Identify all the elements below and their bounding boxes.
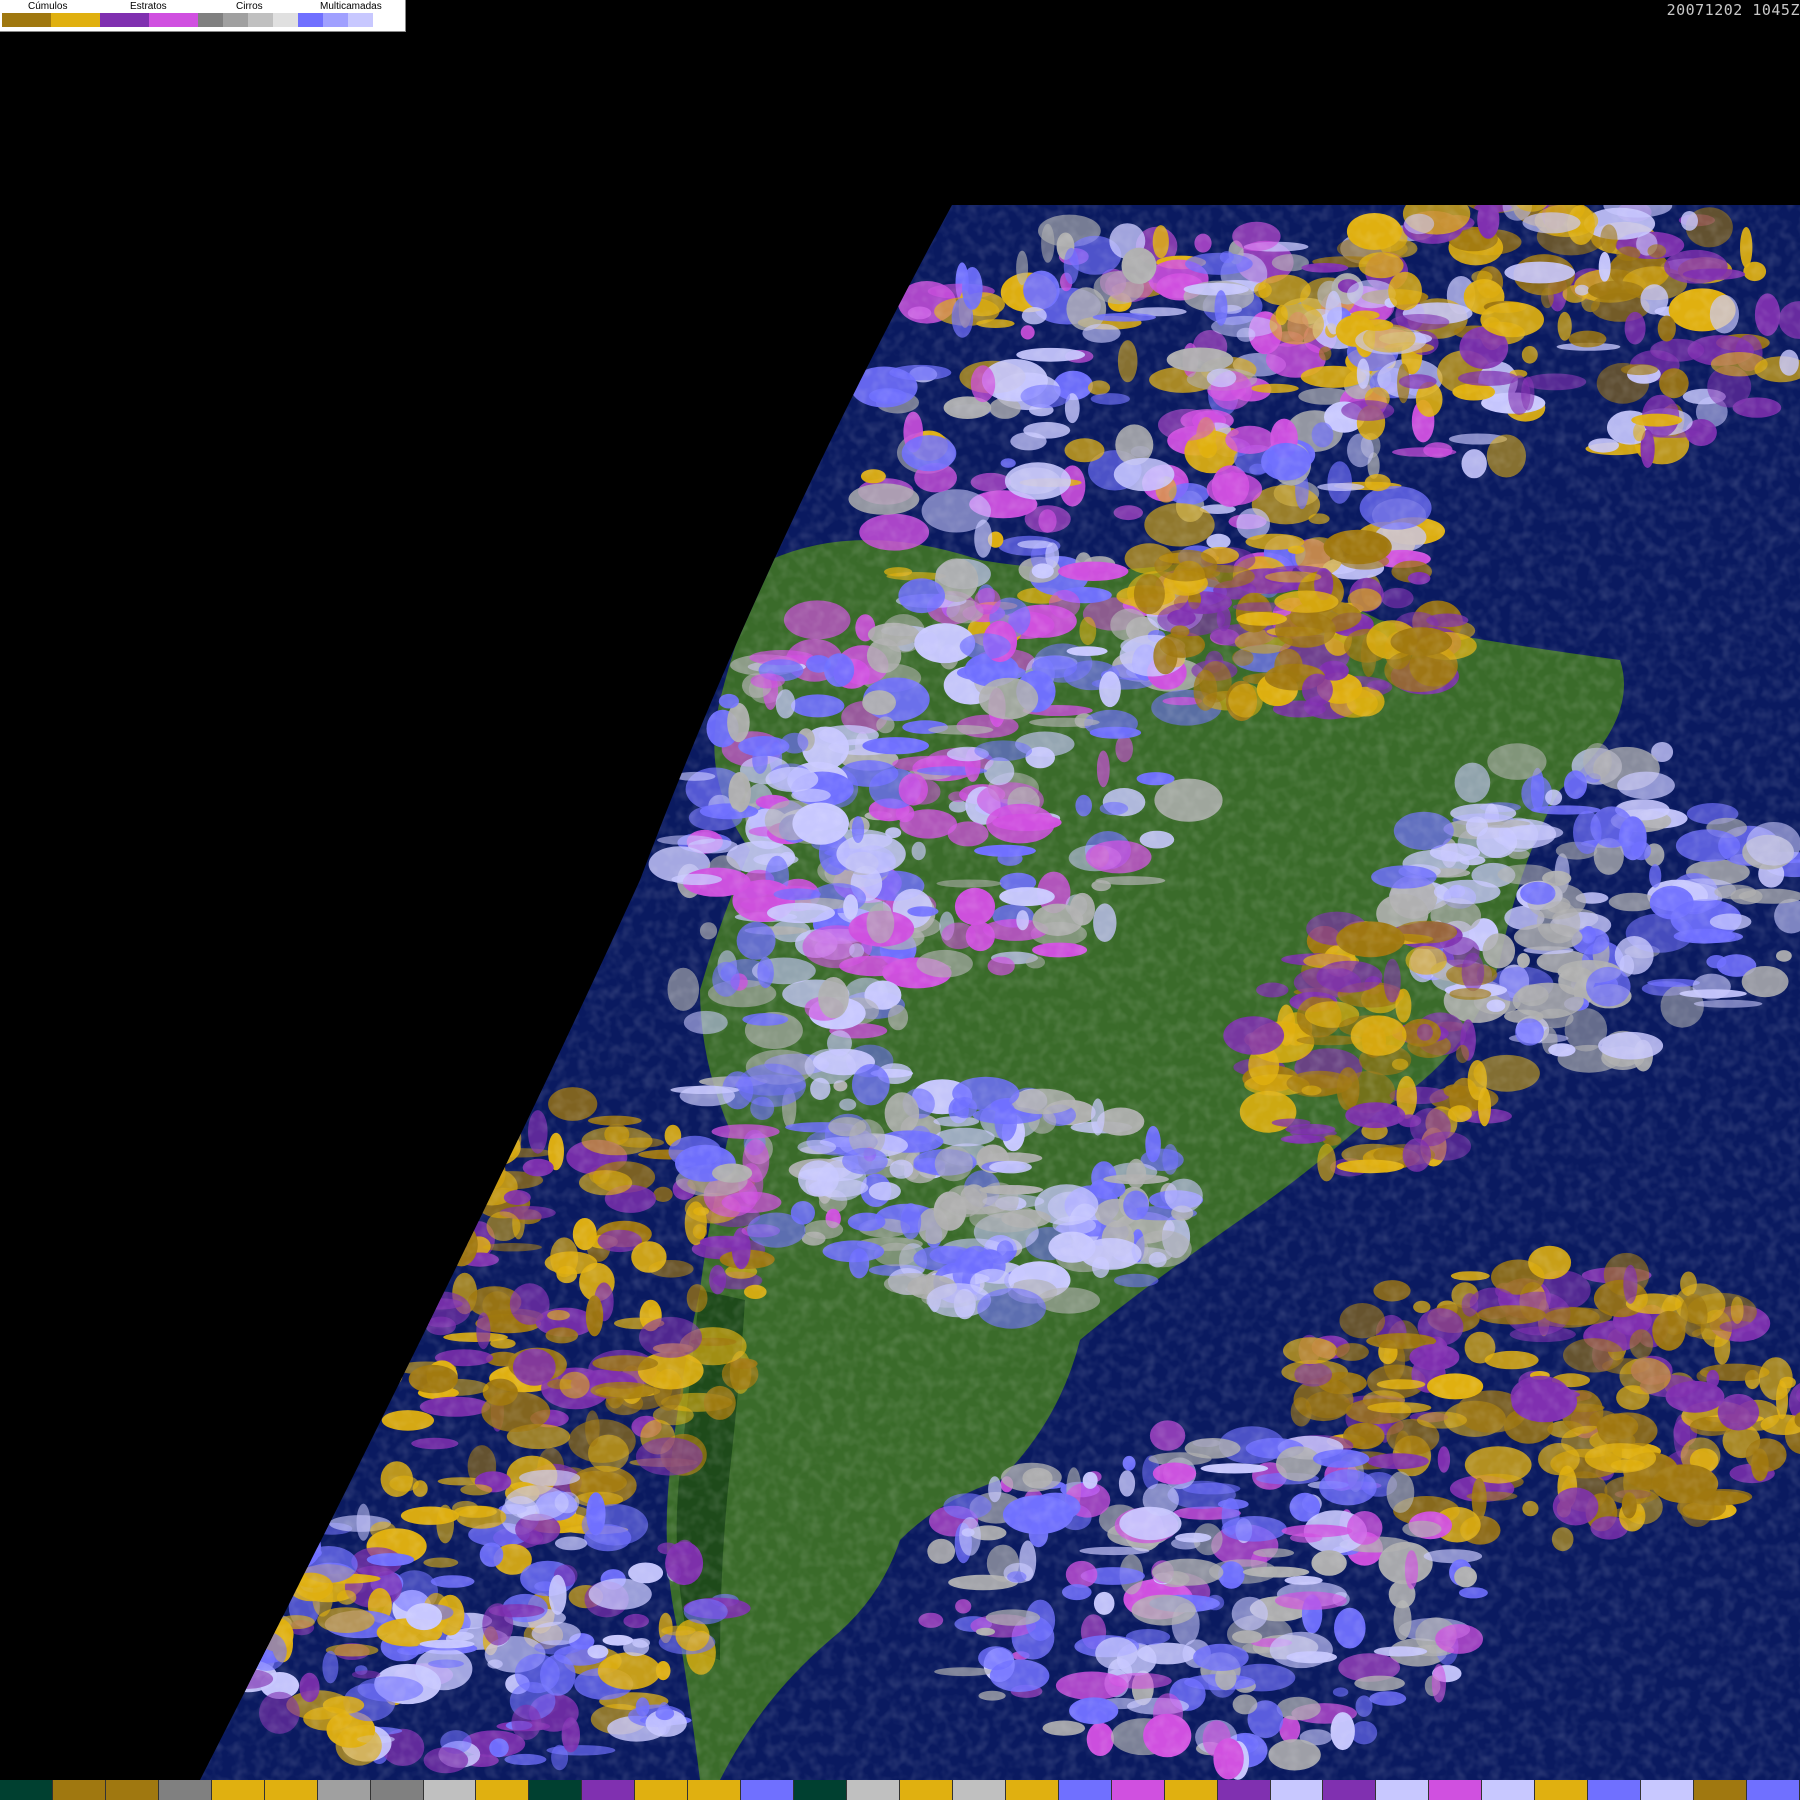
earth-disk <box>200 193 1800 1780</box>
cloud-blob <box>384 1186 423 1230</box>
strip-cell <box>1376 1780 1430 1800</box>
strip-cell <box>211 1780 265 1800</box>
strip-cell <box>476 1780 530 1800</box>
strip-cell <box>635 1780 689 1800</box>
cloud-blob <box>393 1239 441 1261</box>
strip-cell <box>847 1780 900 1800</box>
cloud-blob <box>434 1158 455 1183</box>
strip-cell <box>582 1780 636 1800</box>
strip-cell <box>741 1780 795 1800</box>
strip-cell <box>688 1780 742 1800</box>
strip-cell <box>952 1780 1006 1800</box>
cloud-blob <box>373 1258 426 1291</box>
cloud-blob <box>419 1156 470 1170</box>
color-index-strip <box>0 1780 1800 1800</box>
strip-cell <box>1482 1780 1536 1800</box>
cloud-blob <box>286 1510 318 1526</box>
cloud-blob <box>257 1524 305 1546</box>
strip-cell <box>1746 1780 1800 1800</box>
strip-cell <box>370 1780 424 1800</box>
cloud-blob <box>1475 193 1530 204</box>
cloud-blob <box>354 1258 415 1292</box>
cloud-blob <box>455 1105 503 1147</box>
cloud-blob <box>347 1288 403 1324</box>
strip-cell <box>1641 1780 1694 1800</box>
cloud-blob <box>359 1364 403 1389</box>
cloud-blob <box>378 1210 409 1237</box>
cloud-texture <box>200 205 1800 1780</box>
cloud-blob <box>334 1283 393 1305</box>
cloud-blob <box>379 1189 451 1215</box>
cloud-blob <box>475 1099 508 1140</box>
strip-cell <box>1058 1780 1112 1800</box>
cloud-blob <box>208 1569 252 1604</box>
cloud-blob <box>450 1122 485 1161</box>
strip-cell <box>158 1780 212 1800</box>
strip-cell <box>1164 1780 1218 1800</box>
cloud-blob <box>472 1126 500 1157</box>
strip-cell <box>1694 1780 1747 1800</box>
cloud-blob <box>362 1325 407 1368</box>
strip-cell <box>1323 1780 1377 1800</box>
cloud-blob <box>416 1199 446 1232</box>
satellite-cloud-map <box>200 193 1800 1780</box>
cloud-blob <box>256 1531 299 1559</box>
cloud-blob <box>376 1276 430 1296</box>
strip-cell <box>1535 1780 1589 1800</box>
cloud-blob <box>502 1097 528 1129</box>
strip-cell <box>1111 1780 1165 1800</box>
strip-cell <box>0 1780 53 1800</box>
strip-cell <box>899 1780 953 1800</box>
strip-cell <box>423 1780 477 1800</box>
strip-cell <box>52 1780 106 1800</box>
cloud-blob <box>371 1215 412 1234</box>
cloud-blob <box>284 1497 332 1532</box>
cloud-blob <box>408 1214 441 1243</box>
strip-cell <box>1270 1780 1324 1800</box>
cloud-blob <box>408 1276 440 1308</box>
cloud-blob <box>345 1327 395 1336</box>
strip-cell <box>529 1780 583 1800</box>
strip-cell <box>1429 1780 1483 1800</box>
cloud-blob <box>328 1267 398 1301</box>
cloud-blob <box>399 1182 452 1217</box>
strip-cell <box>794 1780 847 1800</box>
cloud-blob <box>393 1299 420 1329</box>
strip-cell <box>1217 1780 1271 1800</box>
cloud-blob <box>404 1242 461 1265</box>
strip-cell <box>1588 1780 1642 1800</box>
strip-cell <box>1005 1780 1059 1800</box>
strip-cell <box>317 1780 371 1800</box>
cloud-blob <box>206 1619 274 1650</box>
strip-cell <box>105 1780 159 1800</box>
strip-cell <box>264 1780 318 1800</box>
cloud-blob <box>362 1222 384 1249</box>
cloud-blob <box>413 1276 446 1292</box>
